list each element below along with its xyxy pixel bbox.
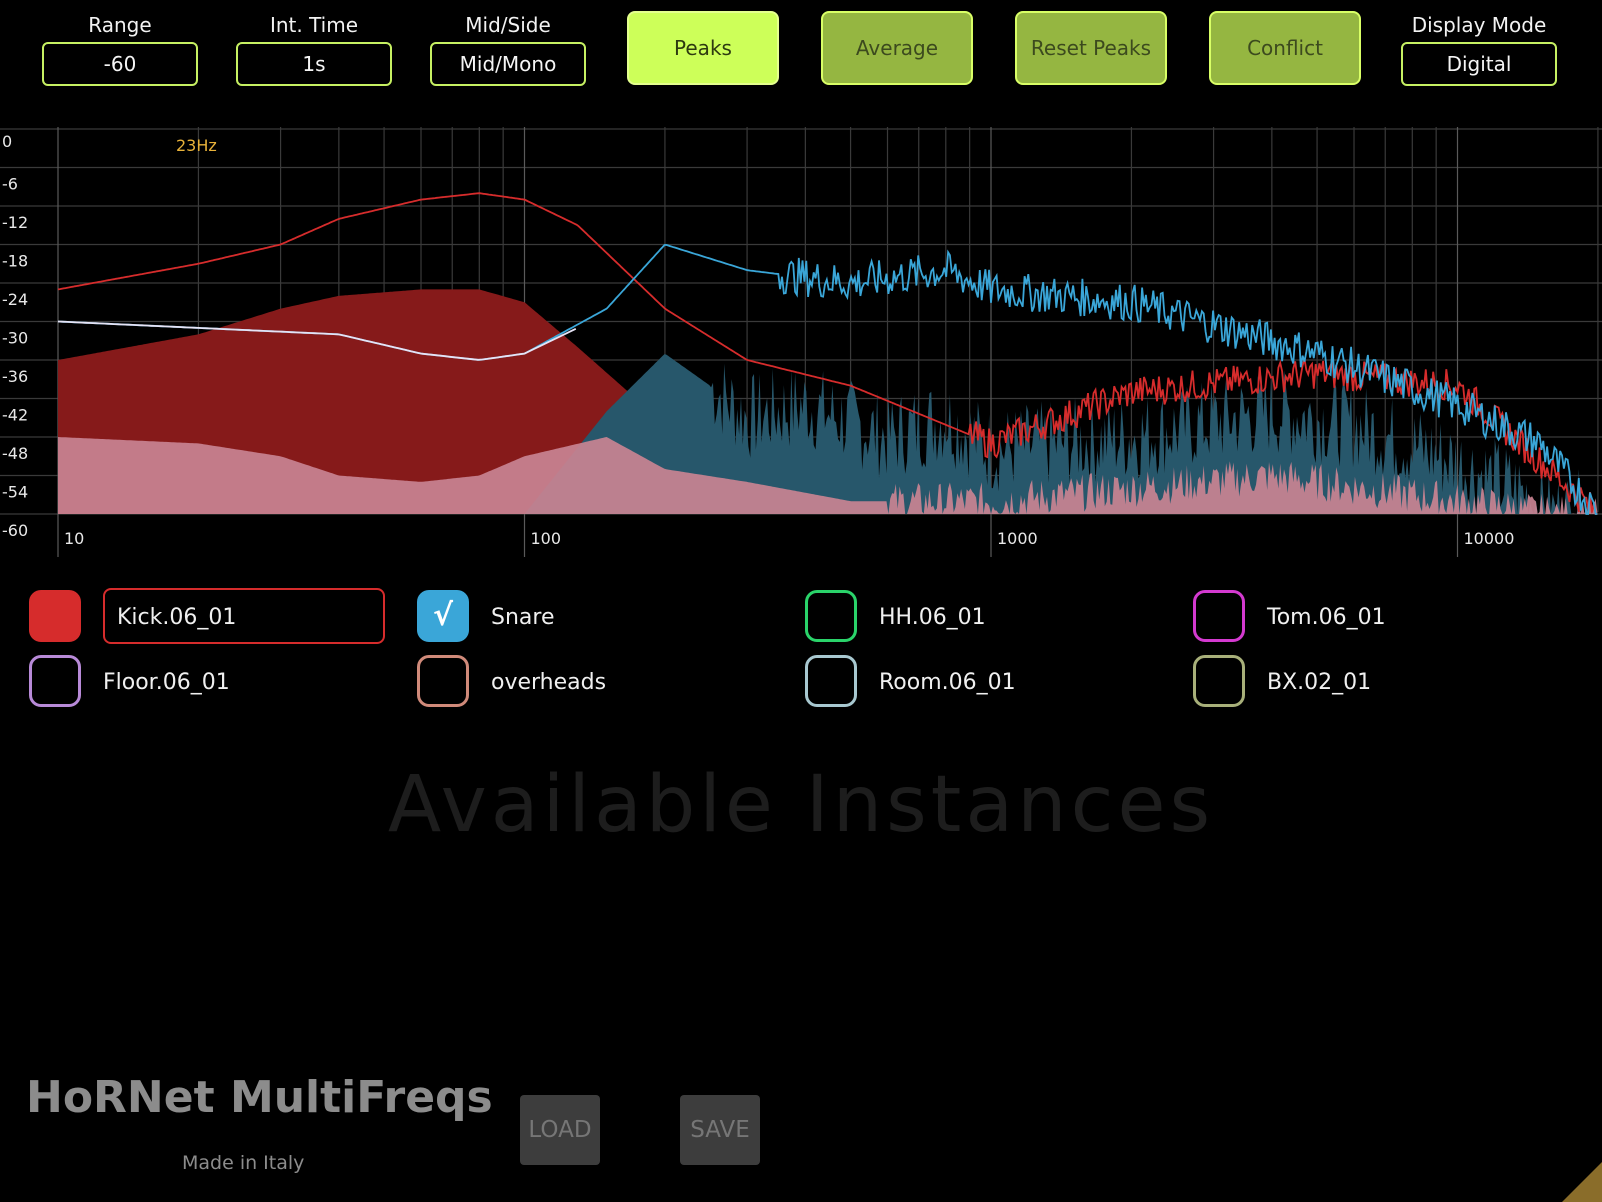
instance-checkbox[interactable] — [805, 655, 857, 707]
instance-name: Floor.06_01 — [103, 670, 230, 695]
instance-name: BX.02_01 — [1267, 670, 1372, 695]
frequency-marker-label: 23Hz — [176, 136, 217, 155]
instance-checkbox[interactable] — [417, 655, 469, 707]
available-instances-watermark: Available Instances — [387, 760, 1215, 850]
made-in-label: Made in Italy — [182, 1152, 305, 1174]
x-tick-label: 10000 — [1464, 529, 1515, 548]
mid-side-select[interactable]: Mid/Mono — [430, 42, 586, 86]
instance-name: HH.06_01 — [879, 605, 986, 630]
load-button[interactable]: LOAD — [520, 1095, 600, 1165]
int-time-select[interactable]: 1s — [236, 42, 392, 86]
y-tick-label: -48 — [2, 444, 28, 463]
brand-title: HoRNet MultiFreqs — [26, 1072, 493, 1123]
instance-name: Snare — [491, 605, 555, 630]
display-mode-select[interactable]: Digital — [1401, 42, 1557, 86]
y-tick-label: -54 — [2, 483, 28, 502]
y-tick-label: -60 — [2, 521, 28, 540]
spectrum-analyzer[interactable]: 0 -6 -12 -18 -24 -30 -36 -42 -48 -54 -60 10 100 1000… — [0, 127, 1602, 572]
range-control: Range -60 — [40, 0, 200, 86]
save-button[interactable]: SAVE — [680, 1095, 760, 1165]
instance-checkbox[interactable] — [29, 655, 81, 707]
y-tick-label: -12 — [2, 213, 28, 232]
display-mode-label: Display Mode — [1411, 13, 1547, 37]
display-mode-control: Display Mode Digital — [1399, 0, 1559, 86]
y-tick-label: -6 — [2, 175, 18, 194]
instance-name[interactable]: Kick.06_01 — [103, 588, 385, 644]
x-tick-label: 10 — [64, 529, 84, 548]
average-button[interactable]: Average — [821, 11, 973, 85]
instance-name: overheads — [491, 670, 607, 695]
range-select[interactable]: -60 — [42, 42, 198, 86]
int-time-control: Int. Time 1s — [234, 0, 394, 86]
peaks-button[interactable]: Peaks — [627, 11, 779, 85]
instance-checkbox[interactable] — [1193, 590, 1245, 642]
y-tick-label: -30 — [2, 329, 28, 348]
instance-checkbox[interactable] — [1193, 655, 1245, 707]
instance-checkbox[interactable] — [805, 590, 857, 642]
y-tick-label: -42 — [2, 406, 28, 425]
range-label: Range — [88, 13, 152, 37]
instance-checkbox[interactable]: √ — [417, 590, 469, 642]
instance-checkbox[interactable] — [29, 590, 81, 642]
y-tick-label: -24 — [2, 290, 28, 309]
y-tick-label: -36 — [2, 367, 28, 386]
int-time-label: Int. Time — [269, 13, 359, 37]
reset-peaks-button[interactable]: Reset Peaks — [1015, 11, 1167, 85]
y-tick-label: 0 — [2, 132, 12, 151]
instance-name: Room.06_01 — [879, 670, 1016, 695]
x-tick-label: 100 — [531, 529, 562, 548]
mid-side-control: Mid/Side Mid/Mono — [428, 0, 588, 86]
mid-side-label: Mid/Side — [465, 13, 551, 37]
y-tick-label: -18 — [2, 252, 28, 271]
instance-name: Tom.06_01 — [1267, 605, 1386, 630]
conflict-button[interactable]: Conflict — [1209, 11, 1361, 85]
x-tick-label: 1000 — [997, 529, 1038, 548]
resize-handle[interactable] — [1562, 1162, 1602, 1202]
